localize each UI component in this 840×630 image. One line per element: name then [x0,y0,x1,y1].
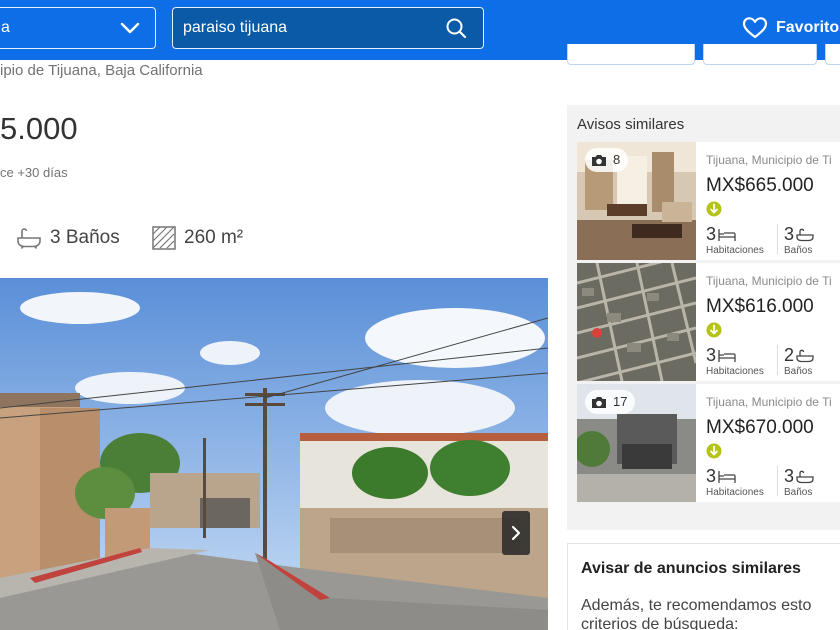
more-button[interactable] [825,44,840,65]
card-rooms-label: Habitaciones [706,366,764,377]
similar-alert-title: Avisar de anuncios similares [581,560,801,577]
price-down-icon [706,201,722,217]
card-location: Tijuana, Municipio de Ti [706,153,832,167]
search-icon[interactable] [445,17,467,39]
card-baths-label: Baños [784,245,813,256]
aerial-map-photo [577,263,696,381]
chevron-right-icon [511,525,521,541]
card-baths: 2 [784,345,814,366]
card-baths-value: 3 [784,466,795,486]
search-input-value: paraiso tijuana [183,19,288,36]
similar-alert-text: Además, te recomendamos esto criterios d… [581,597,812,630]
photo-count-value: 17 [613,394,628,409]
feature-area-label: 260 m² [184,227,244,248]
area-hatch-icon [152,226,176,250]
favorites-label: Favoritos [776,19,840,36]
category-select[interactable]: a [0,7,156,49]
photo-count-value: 8 [613,152,621,167]
listing-price: 5.000 [0,111,78,146]
card-baths-value: 2 [784,345,795,365]
price-down-icon [706,322,722,338]
photo-next-button[interactable] [502,511,530,555]
listing-published-date: ce +30 días [0,165,68,180]
similar-listings-title: Avisos similares [577,116,685,133]
share-button[interactable] [567,44,695,65]
card-divider [777,466,778,496]
card-divider [777,224,778,254]
card-baths-value: 3 [784,224,795,244]
listing-thumbnail[interactable]: 8 [577,142,696,260]
category-select-value: a [1,19,10,36]
photo-count-badge: 17 [585,390,636,414]
bathtub-icon [796,228,814,242]
bed-icon [718,229,736,241]
photo-count-badge: 8 [585,148,629,172]
card-location: Tijuana, Municipio de Ti [706,274,832,288]
card-price: MX$670.000 [706,417,814,438]
listing-thumbnail[interactable]: 17 [577,384,696,502]
card-baths-label: Baños [784,366,813,377]
similar-listing-card[interactable]: 17 Tijuana, Municipio de Ti MX$670.000 3… [577,384,840,502]
favorites-link[interactable]: Favoritos [742,14,840,42]
card-rooms: 3 [706,224,736,245]
bed-icon [718,350,736,362]
chevron-down-icon [120,22,140,34]
similar-listing-card[interactable]: Tijuana, Municipio de Ti MX$616.000 3 Ha… [577,263,840,381]
card-baths: 3 [784,466,814,487]
card-rooms: 3 [706,466,736,487]
card-rooms-value: 3 [706,466,717,486]
bathtub-icon [17,228,41,249]
card-price: MX$616.000 [706,296,814,317]
card-rooms-value: 3 [706,345,717,365]
card-rooms-label: Habitaciones [706,245,764,256]
card-divider [777,345,778,375]
feature-baths-label: 3 Baños [50,227,120,248]
card-rooms: 3 [706,345,736,366]
price-down-icon [706,443,722,459]
similar-listing-card[interactable]: 8 Tijuana, Municipio de Ti MX$665.000 3 … [577,142,840,260]
card-rooms-label: Habitaciones [706,487,764,498]
listing-thumbnail[interactable] [577,263,696,381]
card-rooms-value: 3 [706,224,717,244]
main-photo[interactable] [0,278,548,630]
page: a paraiso tijuana Favoritos ipio de Tiju… [0,0,840,630]
bed-icon [718,471,736,483]
camera-icon [592,397,606,409]
card-location: Tijuana, Municipio de Ti [706,395,832,409]
heart-icon [742,16,768,38]
search-input[interactable]: paraiso tijuana [172,7,484,49]
street-photo-illustration [0,278,548,630]
camera-icon [592,155,606,167]
card-price: MX$665.000 [706,175,814,196]
listing-location: ipio de Tijuana, Baja California [0,62,203,79]
contact-button[interactable] [703,44,817,65]
bathtub-icon [796,470,814,484]
feature-baths: 3 Baños [16,225,120,251]
bathtub-icon [796,349,814,363]
feature-area: 260 m² [152,225,243,251]
card-baths-label: Baños [784,487,813,498]
card-baths: 3 [784,224,814,245]
